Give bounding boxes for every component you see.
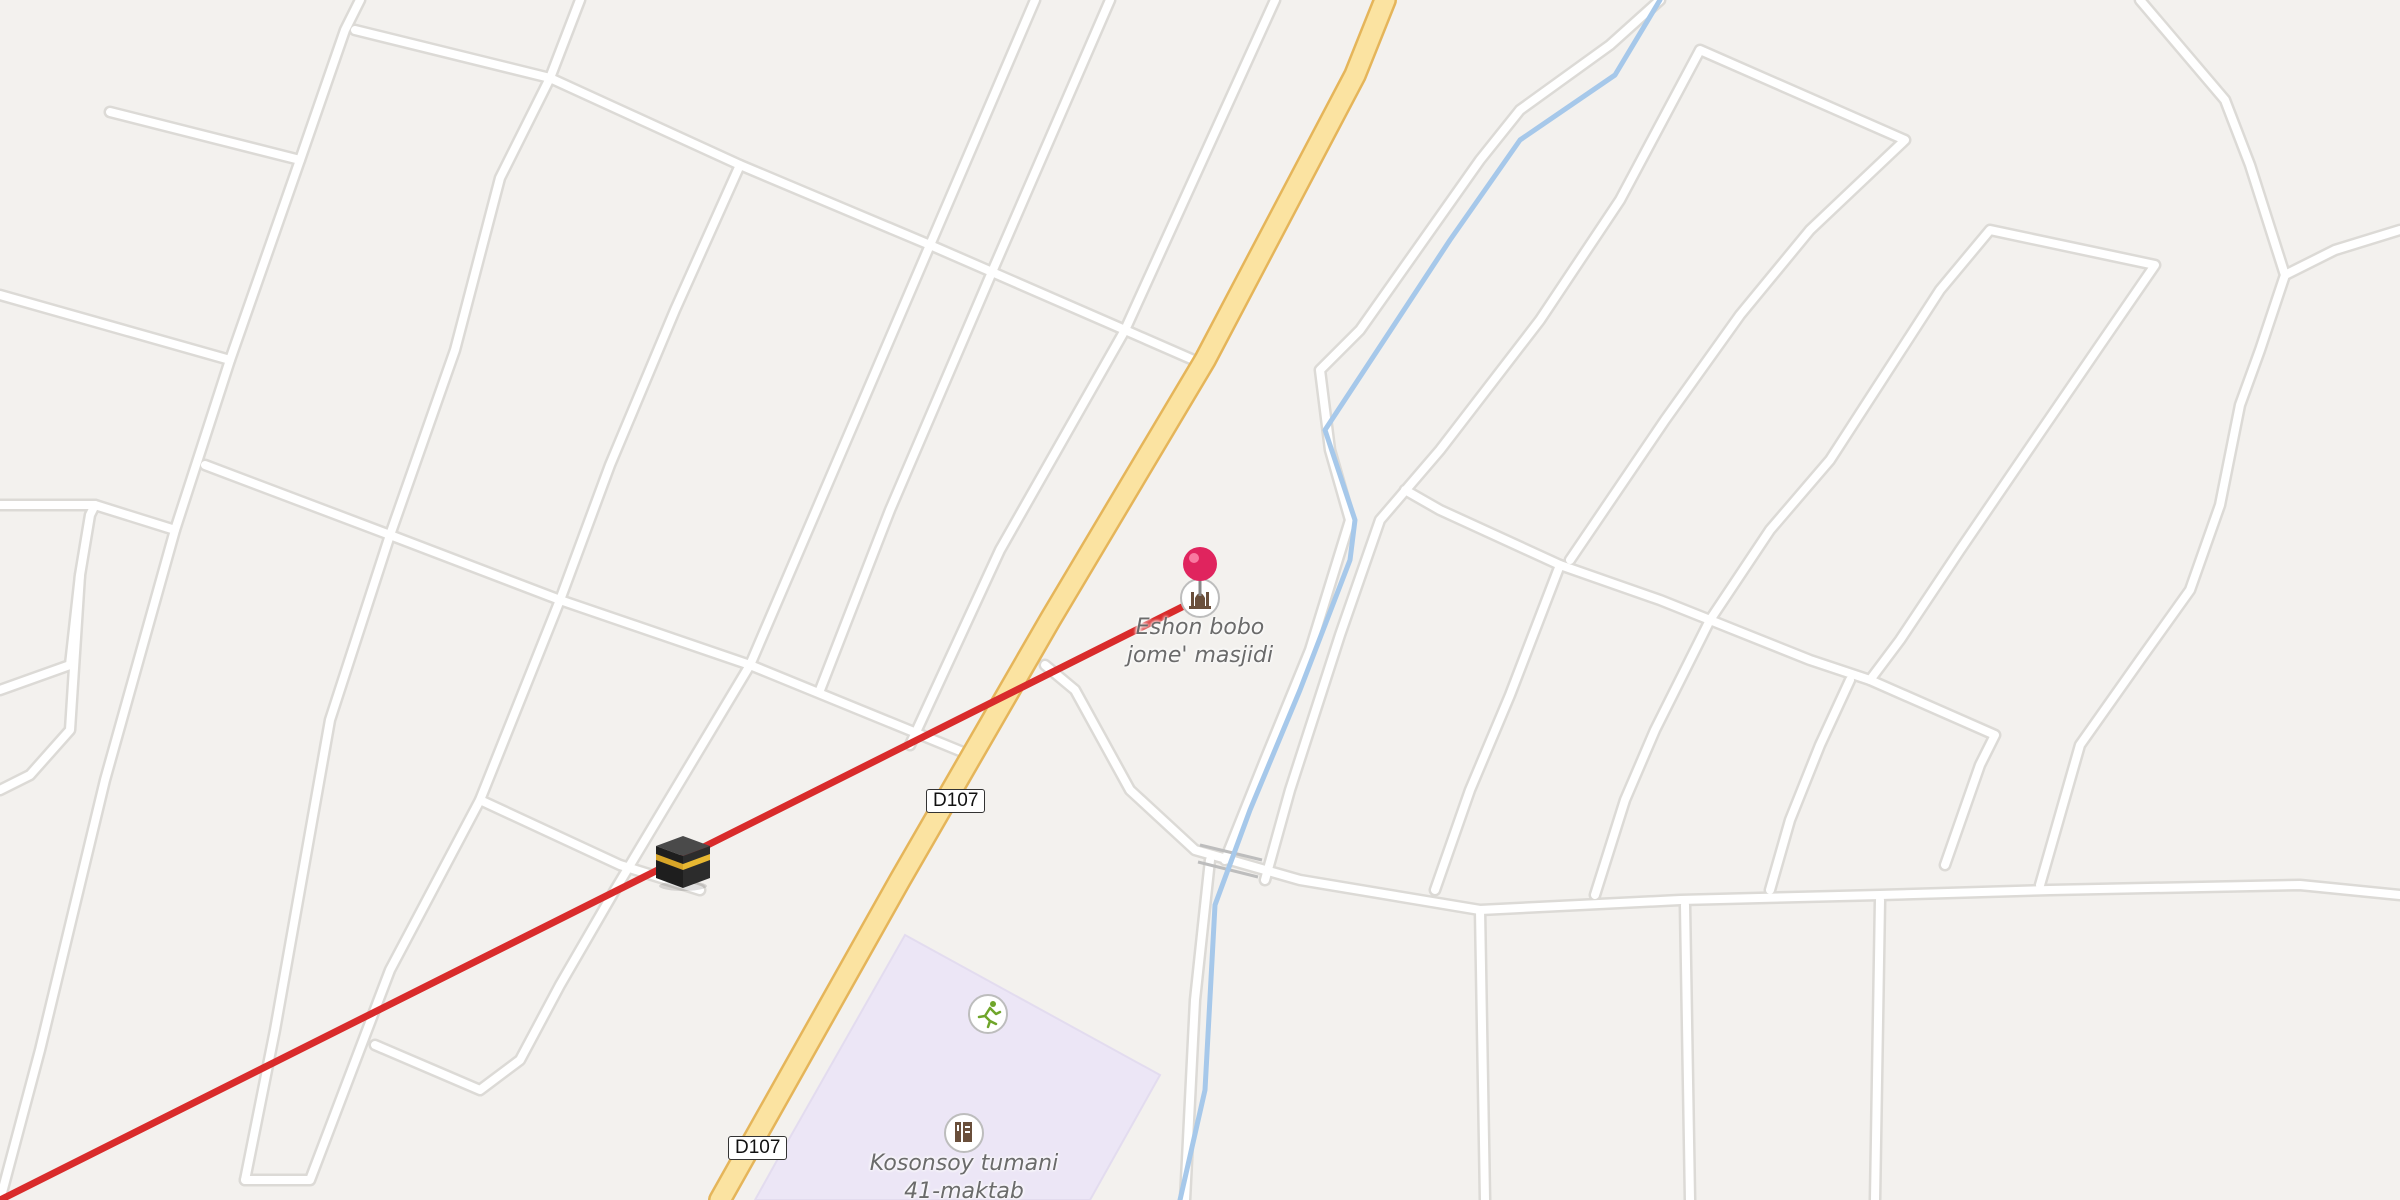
school-label-line1: Kosonsoy tumani [869, 1151, 1059, 1176]
sports-icon[interactable] [968, 994, 1008, 1034]
road-shield-d107-lower: D107 [728, 1136, 788, 1160]
school-label[interactable]: Kosonsoy tumani 41-maktab [834, 1150, 1094, 1200]
mosque-label-line1: Eshon bobo [1135, 615, 1265, 640]
map-base-layer [0, 0, 2400, 1200]
school-icon[interactable] [944, 1113, 984, 1153]
mosque-label-line2: jome' masjidi [1126, 643, 1274, 668]
mosque-label[interactable]: Eshon bobo jome' masjidi [1080, 614, 1320, 670]
road-shield-d107-upper: D107 [926, 789, 986, 813]
map-canvas[interactable]: D107 D107 Eshon bobo jome' masjidi Koson… [0, 0, 2400, 1200]
school-label-line2: 41-maktab [904, 1179, 1024, 1200]
